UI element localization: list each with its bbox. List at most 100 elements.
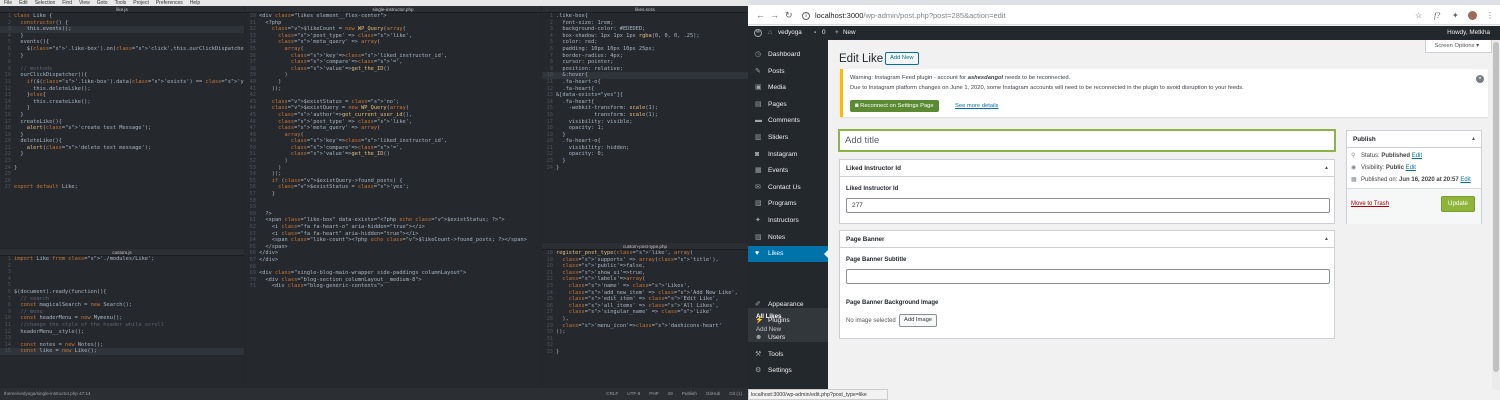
code-line[interactable]: 13 <box>0 335 244 342</box>
code-line[interactable]: 2 <box>0 263 244 270</box>
code-line[interactable]: 67 </div> <box>245 257 541 264</box>
code-line[interactable]: 9 // menu <box>0 309 244 316</box>
code-line[interactable]: 58 <box>245 198 541 205</box>
code-line[interactable]: 29 class="s">'menu_icon'=>class="s">'das… <box>542 323 748 330</box>
code-line[interactable]: 6 $(class="s">'.like-box').on(class="s">… <box>0 46 244 53</box>
code-line[interactable]: 64 <span class="like-count"><?php echo c… <box>245 237 541 244</box>
code-line[interactable]: 1 class Like { <box>0 13 244 20</box>
code-line[interactable]: 3 this.events(); <box>0 26 244 33</box>
code-line[interactable]: 48 array( <box>245 132 541 139</box>
code-line[interactable]: 7 // search <box>0 296 244 303</box>
code-line[interactable]: 4 <box>0 276 244 283</box>
code-line[interactable]: 35 array( <box>245 46 541 53</box>
sidebar-item-instructors[interactable]: ✦ Instructors <box>748 213 828 229</box>
status-item[interactable]: GitHub <box>706 388 720 400</box>
page-scrollbar[interactable] <box>1492 40 1500 390</box>
code-line[interactable]: 14 this.createLike(); <box>0 99 244 106</box>
code-line[interactable]: 69 <div class="single-blog-main-wrapper s… <box>245 270 541 277</box>
forward-icon[interactable]: → <box>770 11 779 20</box>
code-line[interactable]: 20 class="s">'public'=>false, <box>542 263 748 270</box>
code-line[interactable]: 30 <div class="likes element__flex-center… <box>245 13 541 20</box>
back-icon[interactable]: ← <box>756 11 765 20</box>
code-line[interactable]: 21 alert(class="s">'delete test message'… <box>0 145 244 152</box>
code-line[interactable]: 54 )); <box>245 171 541 178</box>
code-line[interactable]: 23 } <box>542 158 748 165</box>
code-line[interactable]: 10 ourClickDispatcher(){ <box>0 72 244 79</box>
code-line[interactable]: 66 </div> <box>245 250 541 257</box>
extension-icon[interactable]: f? <box>1434 11 1440 20</box>
code-area[interactable]: 30 <div class="likes element__flex-center… <box>245 13 541 388</box>
pane-custom-post-type-php[interactable]: custom-post-type.php 18 register_post_typ… <box>542 243 748 388</box>
code-line[interactable]: 3 <box>0 269 244 276</box>
browser-menu-icon[interactable]: ⋮ <box>1486 11 1494 20</box>
code-line[interactable]: 15 } <box>0 105 244 112</box>
wordpress-logo-icon[interactable]: W <box>754 29 762 37</box>
code-line[interactable]: 18 alert(class="s">'create test Message'… <box>0 125 244 132</box>
pane-tab-title[interactable]: custom.js <box>0 249 244 256</box>
sidebar-item-settings[interactable]: ⚙ Settings <box>748 363 828 379</box>
new-content-link[interactable]: New <box>843 26 856 40</box>
code-line[interactable]: 30)); <box>542 329 748 336</box>
sidebar-item-plugins[interactable]: ⚡ Plugins <box>748 313 828 329</box>
edit-status-link[interactable]: Edit <box>1412 153 1422 159</box>
code-line[interactable]: 18 opacity: 1; <box>542 125 748 132</box>
code-line[interactable]: 43 class="v">$existStatus = class="s">'n… <box>245 99 541 106</box>
move-to-trash-link[interactable]: Move to Trash <box>1351 201 1389 207</box>
edit-date-link[interactable]: Edit <box>1460 177 1470 183</box>
sidebar-item-users[interactable]: ☻ Users <box>748 330 828 346</box>
sidebar-item-media[interactable]: ▣ Media <box>748 80 828 96</box>
home-icon[interactable]: ⌂ <box>768 26 772 40</box>
code-line[interactable]: 17 createLike(){ <box>0 119 244 126</box>
code-line[interactable]: 41 )); <box>245 86 541 93</box>
code-line[interactable]: 4 } <box>0 33 244 40</box>
code-line[interactable]: 4 box-shadow: 1px 1px 1px rgba(0, 0, 0, … <box>542 33 748 40</box>
comment-count[interactable]: 0 <box>822 26 826 40</box>
code-line[interactable]: 13 }else{ <box>0 92 244 99</box>
code-line[interactable]: 8 cursor: pointer; <box>542 59 748 66</box>
code-line[interactable]: 21 visibility: hidden; <box>542 145 748 152</box>
code-line[interactable]: 19 } <box>542 132 748 139</box>
code-line[interactable]: 32 <box>542 342 748 349</box>
code-line[interactable]: 20 .fa-heart-o{ <box>542 138 748 145</box>
code-line[interactable]: 12 headerMenu__style(); <box>0 329 244 336</box>
code-line[interactable]: 33 class="s">'post_type' => class="s">'l… <box>245 33 541 40</box>
sidebar-item-pages[interactable]: ▤ Pages <box>748 97 828 113</box>
sidebar-item-posts[interactable]: ✎ Posts <box>748 64 828 80</box>
code-line[interactable]: 15 -webkit-transform: scale(1); <box>542 105 748 112</box>
code-line[interactable]: 25 <box>0 171 244 178</box>
code-line[interactable]: 10 const headerMenu = new Mymenu(); <box>0 315 244 322</box>
add-image-button[interactable]: Add Image <box>899 314 938 327</box>
pane-like-js[interactable]: like.js 1 class Like {2 constructor() {3 … <box>0 6 244 248</box>
code-line[interactable]: 23 class="s">'name' => class="s">'Likes'… <box>542 283 748 290</box>
sidebar-item-contact-us[interactable]: ✉ Contact Us <box>748 180 828 196</box>
code-line[interactable]: 47 class="s">'meta_query' => array( <box>245 125 541 132</box>
code-line[interactable]: 27 export default Like; <box>0 184 244 191</box>
code-line[interactable]: 1 .like-box{ <box>542 13 748 20</box>
code-line[interactable]: 44 class="v">$existQuery = new WP_Query(… <box>245 105 541 112</box>
code-line[interactable]: 36 class="s">'key'=>class="s">'liked_ins… <box>245 53 541 60</box>
see-more-details-link[interactable]: See more details <box>955 102 999 110</box>
sidebar-item-likes[interactable]: ♥ Likes <box>748 246 828 263</box>
code-line[interactable]: 5 <box>0 282 244 289</box>
status-item[interactable]: 29 <box>668 388 673 400</box>
sidebar-item-appearance[interactable]: ✐ Appearance <box>748 297 828 313</box>
code-line[interactable]: 20 deleteLike(){ <box>0 138 244 145</box>
code-line[interactable]: 5 color: red; <box>542 39 748 46</box>
code-line[interactable]: 52 ) <box>245 158 541 165</box>
status-item[interactable]: CRLF <box>606 388 618 400</box>
code-line[interactable]: 16 transform: scale(1); <box>542 112 748 119</box>
code-line[interactable]: 8 const magicalSearch = new Search(); <box>0 302 244 309</box>
banner-subtitle-input[interactable] <box>846 269 1330 284</box>
code-line[interactable]: 63 <i class="fa fa-heart" aria-hidden="t… <box>245 231 541 238</box>
metabox-header[interactable]: Liked Instructor Id ▲ <box>840 160 1334 177</box>
title-input[interactable]: Add title <box>839 130 1335 151</box>
screen-options-button[interactable]: Screen Options ▾ <box>1425 40 1492 53</box>
code-line[interactable]: 6 $(document).ready(function(){ <box>0 289 244 296</box>
dismiss-icon[interactable]: × <box>1476 75 1484 83</box>
code-line[interactable]: 68 <box>245 264 541 271</box>
pane-tab-title[interactable]: single-instructor.php <box>245 6 541 13</box>
toggle-arrow-icon[interactable]: ▲ <box>1324 160 1329 177</box>
site-name-link[interactable]: vedyoga <box>778 26 802 40</box>
code-line[interactable]: 11 .fa-heart-o{ <box>542 79 748 86</box>
code-line[interactable]: 60 ?> <box>245 211 541 218</box>
